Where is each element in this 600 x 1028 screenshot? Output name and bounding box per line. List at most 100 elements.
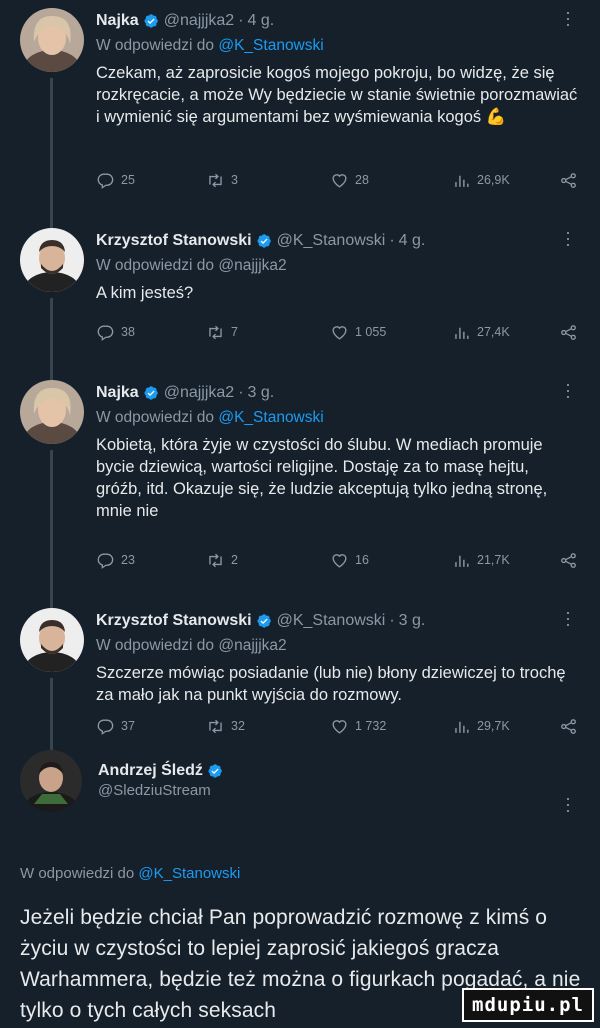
share-button[interactable]: [559, 551, 578, 570]
retweet-icon: [209, 553, 222, 567]
like-count: 28: [355, 173, 369, 187]
views-icon: [455, 555, 469, 567]
retweet-count: 32: [231, 719, 245, 733]
avatar[interactable]: [20, 750, 82, 812]
like-button[interactable]: 1 732: [330, 717, 386, 736]
retweet-icon: [209, 173, 222, 187]
like-button[interactable]: 28: [330, 171, 369, 190]
author-handle[interactable]: @K_Stanowski: [277, 612, 386, 630]
reply-button[interactable]: 37: [96, 717, 135, 736]
verified-icon: [256, 613, 272, 629]
views-count: 21,7K: [477, 553, 510, 567]
avatar[interactable]: [20, 8, 84, 72]
reply-prefix: W odpowiedzi do: [96, 637, 215, 654]
like-count: 1 732: [355, 719, 387, 733]
reply-button[interactable]: 25: [96, 171, 135, 190]
more-options-icon[interactable]: ···: [559, 382, 579, 400]
author-name[interactable]: Najka: [96, 12, 139, 30]
views-button[interactable]: 26,9K: [452, 171, 510, 190]
reply-mention[interactable]: @K_Stanowski: [138, 865, 240, 882]
retweet-button[interactable]: 3: [206, 171, 238, 190]
retweet-count: 3: [231, 173, 238, 187]
author-handle[interactable]: @najjjka2: [164, 12, 235, 30]
reply-button[interactable]: 38: [96, 323, 135, 342]
timestamp[interactable]: 3 g.: [248, 384, 275, 402]
retweet-count: 7: [231, 325, 238, 339]
share-button[interactable]: [559, 323, 578, 342]
reply-icon: [97, 324, 114, 341]
timestamp[interactable]: 3 g.: [399, 612, 426, 630]
reply-context: W odpowiedzi do @K_Stanowski: [96, 406, 578, 430]
views-icon: [455, 175, 469, 187]
reply-context: W odpowiedzi do @najjjka2: [96, 634, 578, 658]
like-count: 16: [355, 553, 369, 567]
timestamp[interactable]: 4 g.: [399, 232, 426, 250]
tweet-text: Kobietą, która żyje w czystości do ślubu…: [96, 436, 548, 520]
verified-icon: [143, 13, 159, 29]
tweet-text: A kim jesteś?: [96, 284, 194, 302]
retweet-count: 2: [231, 553, 238, 567]
reply-mention[interactable]: @K_Stanowski: [218, 37, 323, 54]
author-name[interactable]: Krzysztof Stanowski: [96, 232, 252, 250]
avatar[interactable]: [20, 608, 84, 672]
verified-icon: [207, 763, 223, 779]
author-handle[interactable]: @K_Stanowski: [277, 232, 386, 250]
views-count: 26,9K: [477, 173, 510, 187]
heart-icon: [332, 553, 347, 568]
reply-icon: [97, 552, 114, 569]
tweet-text: Szczerze mówiąc posiadanie (lub nie) bło…: [96, 664, 566, 704]
avatar[interactable]: [20, 380, 84, 444]
more-options-icon[interactable]: ···: [559, 610, 579, 628]
more-options-icon[interactable]: ···: [559, 796, 579, 814]
heart-icon: [332, 173, 347, 188]
like-count: 1 055: [355, 325, 387, 339]
reply-mention[interactable]: @najjjka2: [218, 637, 286, 654]
more-options-icon[interactable]: ···: [559, 10, 579, 28]
reply-context: W odpowiedzi do @K_Stanowski: [96, 34, 578, 58]
share-button[interactable]: [559, 717, 578, 736]
author-handle[interactable]: @najjjka2: [164, 384, 235, 402]
reply-icon: [97, 172, 114, 189]
share-button[interactable]: [559, 171, 578, 190]
retweet-icon: [209, 719, 222, 733]
reply-mention[interactable]: @K_Stanowski: [218, 409, 323, 426]
views-icon: [455, 327, 469, 339]
timestamp[interactable]: 4 g.: [248, 12, 275, 30]
retweet-button[interactable]: 7: [206, 323, 238, 342]
author-name[interactable]: Andrzej Śledź: [98, 762, 203, 780]
like-button[interactable]: 1 055: [330, 323, 386, 342]
retweet-button[interactable]: 2: [206, 551, 238, 570]
views-count: 27,4K: [477, 325, 510, 339]
author-name[interactable]: Najka: [96, 384, 139, 402]
reply-mention[interactable]: @najjjka2: [218, 257, 286, 274]
verified-icon: [143, 385, 159, 401]
heart-icon: [332, 719, 347, 734]
avatar[interactable]: [20, 228, 84, 292]
views-button[interactable]: 21,7K: [452, 551, 510, 570]
separator-dot: ·: [238, 12, 244, 29]
views-icon: [455, 721, 469, 733]
reply-button[interactable]: 23: [96, 551, 135, 570]
reply-count: 23: [121, 553, 135, 567]
separator-dot: ·: [238, 384, 244, 401]
reply-icon: [97, 718, 114, 735]
retweet-button[interactable]: 32: [206, 717, 245, 736]
reply-prefix: W odpowiedzi do: [96, 37, 215, 54]
reply-context: W odpowiedzi do @najjjka2: [96, 254, 578, 278]
reply-count: 25: [121, 173, 135, 187]
like-button[interactable]: 16: [330, 551, 369, 570]
more-options-icon[interactable]: ···: [559, 230, 579, 248]
separator-dot: ·: [389, 612, 395, 629]
views-button[interactable]: 27,4K: [452, 323, 510, 342]
heart-icon: [332, 325, 347, 340]
views-button[interactable]: 29,7K: [452, 717, 510, 736]
author-handle[interactable]: @SledziuStream: [98, 782, 228, 799]
share-icon: [561, 552, 576, 568]
author-name[interactable]: Krzysztof Stanowski: [96, 612, 252, 630]
reply-count: 38: [121, 325, 135, 339]
share-icon: [561, 324, 576, 340]
reply-count: 37: [121, 719, 135, 733]
reply-prefix: W odpowiedzi do: [96, 257, 215, 274]
reply-prefix: W odpowiedzi do: [20, 865, 135, 882]
tweet-text: Czekam, aż zaprosicie kogoś mojego pokro…: [96, 64, 578, 126]
